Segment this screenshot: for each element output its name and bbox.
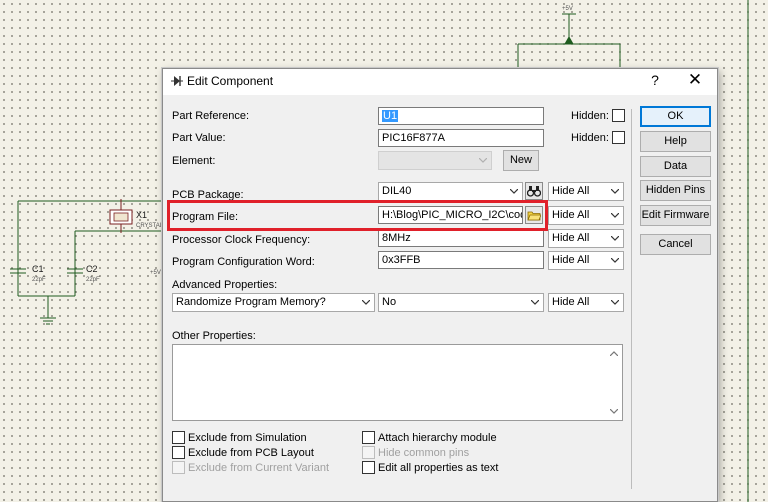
chevron-down-icon: [475, 153, 490, 168]
advanced-value: No: [382, 296, 397, 308]
dialog-title: Edit Component: [187, 74, 274, 88]
element-label: Element:: [172, 155, 216, 167]
component-icon: [171, 76, 183, 86]
part-reference-value: U1: [382, 110, 399, 122]
c1-value: 22pF: [32, 277, 46, 283]
advanced-value-select[interactable]: No: [378, 293, 544, 312]
power-label-left: +5V: [150, 270, 161, 276]
help-button[interactable]: Help: [640, 131, 711, 152]
new-element-button[interactable]: New: [503, 150, 539, 171]
exclude-simulation-label: Exclude from Simulation: [188, 432, 307, 444]
advanced-visibility-select[interactable]: Hide All: [548, 293, 624, 312]
program-file-visibility-select[interactable]: Hide All: [548, 206, 624, 225]
clock-frequency-visibility-select[interactable]: Hide All: [548, 229, 624, 248]
advanced-property-select[interactable]: Randomize Program Memory?: [172, 293, 375, 312]
pcb-package-value: DIL40: [382, 185, 412, 197]
close-icon[interactable]: ✕: [685, 70, 705, 90]
pcb-package-visibility-value: Hide All: [552, 185, 590, 197]
scroll-up-icon[interactable]: [606, 346, 621, 361]
exclude-pcb-checkbox[interactable]: [172, 446, 185, 459]
binoculars-icon: [527, 186, 541, 197]
part-value-label: Part Value:: [172, 132, 226, 144]
part-reference-hidden-label: Hidden:: [571, 110, 609, 122]
edit-all-text-label: Edit all properties as text: [378, 462, 499, 474]
cancel-button[interactable]: Cancel: [640, 234, 711, 255]
clock-frequency-label: Processor Clock Frequency:: [172, 234, 311, 246]
chevron-down-icon: [607, 184, 622, 199]
part-reference-input[interactable]: U1: [378, 107, 544, 125]
advanced-property-value: Randomize Program Memory?: [176, 296, 326, 308]
edit-all-text-checkbox[interactable]: [362, 461, 375, 474]
program-file-highlight: [167, 200, 548, 231]
config-word-visibility-value: Hide All: [552, 254, 590, 266]
hidden-pins-button[interactable]: Hidden Pins: [640, 180, 711, 201]
exclude-variant-checkbox[interactable]: [172, 461, 185, 474]
element-select[interactable]: [378, 151, 492, 170]
crystal-ref: X1: [136, 210, 147, 220]
part-value-hidden-label: Hidden:: [571, 132, 609, 144]
chevron-down-icon: [506, 184, 521, 199]
exclude-variant-label: Exclude from Current Variant: [188, 462, 330, 474]
chevron-down-icon: [607, 208, 622, 223]
scroll-down-icon[interactable]: [606, 404, 621, 419]
config-word-visibility-select[interactable]: Hide All: [548, 251, 624, 270]
package-browse-button[interactable]: [525, 182, 543, 200]
chevron-down-icon: [527, 295, 542, 310]
hide-common-pins-label: Hide common pins: [378, 447, 470, 459]
other-properties-textarea[interactable]: [172, 344, 623, 421]
part-reference-hidden-checkbox[interactable]: [612, 109, 625, 122]
c1-ref: C1: [32, 264, 44, 274]
chevron-down-icon: [607, 231, 622, 246]
title-bar[interactable]: Edit Component ? ✕: [163, 69, 717, 95]
advanced-visibility-value: Hide All: [552, 296, 590, 308]
attach-hierarchy-label: Attach hierarchy module: [378, 432, 497, 444]
help-icon[interactable]: ?: [647, 72, 663, 88]
config-word-input[interactable]: 0x3FFB: [378, 251, 544, 269]
edit-component-dialog: Edit Component ? ✕ Part Reference: U1 Hi…: [162, 68, 718, 502]
chevron-down-icon: [358, 295, 373, 310]
power-label-top: +5V: [562, 6, 573, 12]
pcb-package-select[interactable]: DIL40: [378, 182, 523, 201]
clock-frequency-input[interactable]: 8MHz: [378, 229, 544, 247]
button-column-divider: [631, 109, 632, 489]
data-button[interactable]: Data: [640, 156, 711, 177]
advanced-properties-label: Advanced Properties:: [172, 279, 278, 291]
config-word-label: Program Configuration Word:: [172, 256, 315, 268]
program-file-visibility-value: Hide All: [552, 209, 590, 221]
exclude-pcb-label: Exclude from PCB Layout: [188, 447, 314, 459]
c2-ref: C2: [86, 264, 98, 274]
part-value-input[interactable]: PIC16F877A: [378, 129, 544, 147]
c2-value: 22pF: [86, 277, 100, 283]
ok-button[interactable]: OK: [640, 106, 711, 127]
hide-common-pins-checkbox[interactable]: [362, 446, 375, 459]
clock-frequency-visibility-value: Hide All: [552, 232, 590, 244]
exclude-simulation-checkbox[interactable]: [172, 431, 185, 444]
other-properties-label: Other Properties:: [172, 330, 256, 342]
crystal-value: CRYSTAL: [136, 223, 164, 229]
chevron-down-icon: [607, 295, 622, 310]
chevron-down-icon: [607, 253, 622, 268]
part-reference-label: Part Reference:: [172, 110, 250, 122]
pcb-package-visibility-select[interactable]: Hide All: [548, 182, 624, 201]
edit-firmware-button[interactable]: Edit Firmware: [640, 205, 711, 226]
part-value-hidden-checkbox[interactable]: [612, 131, 625, 144]
attach-hierarchy-checkbox[interactable]: [362, 431, 375, 444]
